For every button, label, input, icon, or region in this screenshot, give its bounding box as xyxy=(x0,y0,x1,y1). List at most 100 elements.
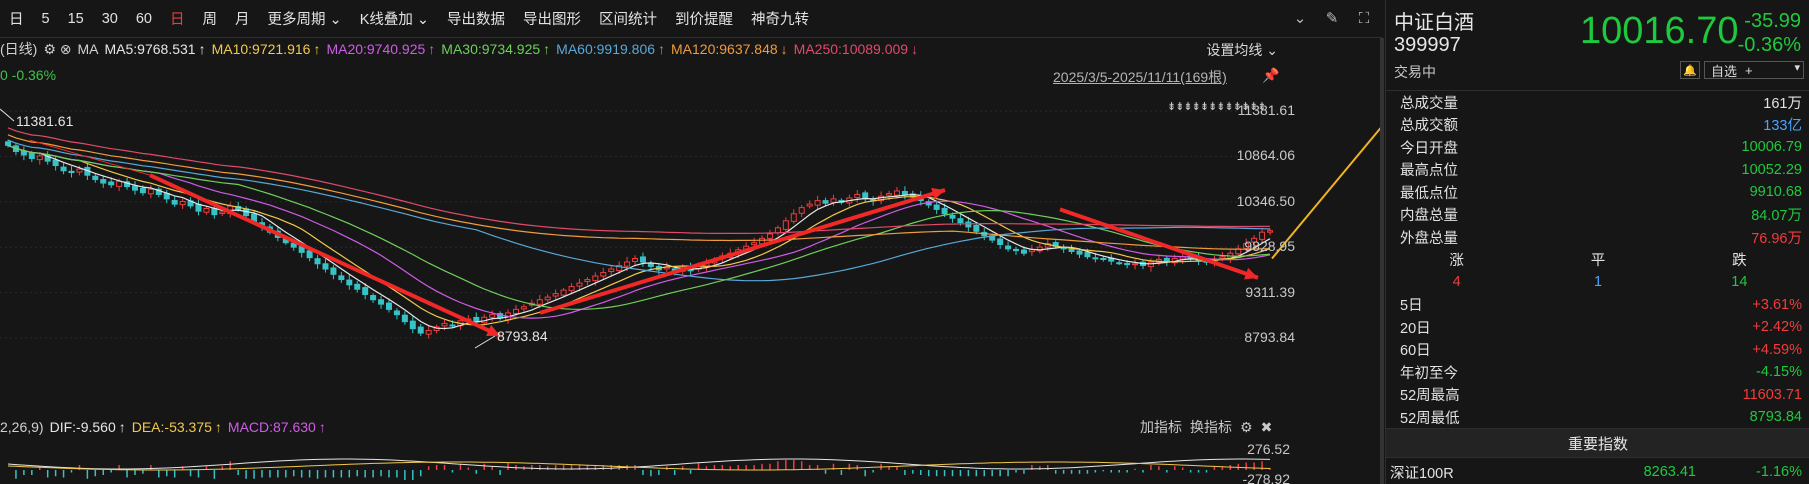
important-index-title[interactable]: 重要指数 xyxy=(1386,428,1809,458)
breadth-value: 14 xyxy=(1731,274,1748,291)
ma-settings-button[interactable]: 设置均线 ⌄ xyxy=(1206,40,1278,60)
period-tab[interactable]: 日 xyxy=(161,8,194,29)
period-value: +4.59% xyxy=(1752,341,1802,358)
trend-arrow-icon: ↑ xyxy=(543,41,551,57)
quote-panel: 中证白酒 399997 10016.70 -35.99 -0.36% 交易中 🔔… xyxy=(1385,0,1809,484)
ma-value-text: MA20:9740.925 xyxy=(326,41,426,57)
period-tab[interactable]: 月 xyxy=(226,8,259,29)
candle xyxy=(822,200,829,204)
candle xyxy=(76,168,83,173)
period-label: 20日 xyxy=(1400,320,1431,337)
macd-chart[interactable]: 276.52 -278.92 xyxy=(0,440,1382,484)
candle xyxy=(1076,250,1083,255)
stat-row: 总成交量 161万 xyxy=(1386,91,1809,114)
candle xyxy=(401,314,408,323)
stat-label: 最高点位 xyxy=(1400,163,1458,180)
period-label: 52周最高 xyxy=(1400,388,1460,405)
candle xyxy=(997,238,1004,245)
stat-row: 最低点位 9910.68 xyxy=(1386,181,1809,204)
ma-value: MA20:9740.925 ↑ xyxy=(326,41,435,57)
candle xyxy=(385,302,392,310)
period-return-row: 52周最低 8793.84 xyxy=(1386,406,1809,429)
candle xyxy=(1116,262,1123,265)
toolbar-menu-item[interactable]: 到价提醒 xyxy=(666,8,742,29)
candle xyxy=(600,272,607,277)
close-icon[interactable]: ✖ xyxy=(1261,419,1273,436)
period-tab[interactable]: 周 xyxy=(194,8,227,29)
candle xyxy=(203,208,210,213)
index-row[interactable]: 深证100R 8263.41 -1.16% xyxy=(1386,460,1809,484)
period-label: 52周最低 xyxy=(1400,410,1460,427)
stat-value: 84.07万 xyxy=(1751,208,1802,225)
macd-value: MACD:87.630 ↑ xyxy=(228,419,326,435)
breadth-label: 跌 xyxy=(1732,253,1747,270)
breadth-header: 涨平跌 xyxy=(1386,249,1809,272)
gear-icon[interactable]: ⚙ xyxy=(1240,419,1253,436)
collapse-icon[interactable]: ⌄ xyxy=(1290,8,1310,28)
index-code: 399997 xyxy=(1394,34,1461,56)
candle xyxy=(449,324,456,327)
candle xyxy=(378,299,385,305)
candle xyxy=(608,268,615,272)
chevron-down-icon[interactable]: ▾ xyxy=(1794,61,1800,74)
ma-value-text: MA10:9721.916 xyxy=(211,41,311,57)
trend-arrow-icon: ↑ xyxy=(313,41,321,57)
candle xyxy=(1020,249,1027,254)
ma-value-text: MA30:9734.925 xyxy=(441,41,541,57)
stat-row: 总成交额 133亿 xyxy=(1386,114,1809,137)
settings-icon[interactable]: ⚙ ⊗ xyxy=(43,41,71,58)
chart-area[interactable]: 日 5 15 30 60 日周月更多周期 ⌄ K线叠加 ⌄ 导出数据 导出图形 区间统计 到价提醒神… xyxy=(0,0,1384,484)
candle xyxy=(473,316,480,323)
y-tick-label: 10864.06 xyxy=(1236,147,1295,164)
fullscreen-icon[interactable]: ⛶ xyxy=(1354,8,1374,28)
bell-icon[interactable]: 🔔 xyxy=(1680,61,1700,79)
period-tab[interactable]: 5 xyxy=(33,11,59,27)
index-name: 中证白酒 xyxy=(1394,12,1474,34)
breadth-label: 涨 xyxy=(1449,253,1464,270)
vertical-scrollbar[interactable] xyxy=(1380,38,1384,484)
candle xyxy=(1092,257,1099,260)
candle xyxy=(393,310,400,316)
stat-value: 133亿 xyxy=(1763,118,1802,135)
kline-chart[interactable]: 11381.61 8793.84 xyxy=(0,60,1382,415)
indicator-button[interactable]: 换指标 xyxy=(1190,417,1232,437)
toolbar-menu-item[interactable]: 导出图形 xyxy=(514,8,590,29)
period-tab[interactable]: 60 xyxy=(127,11,161,27)
candle xyxy=(552,293,559,297)
toolbar-menu-item[interactable]: 更多周期 ⌄ xyxy=(259,8,351,29)
add-watchlist-button[interactable]: 自选 + ▾ xyxy=(1704,61,1804,79)
candle xyxy=(211,208,218,216)
candle xyxy=(179,200,186,206)
toolbar-menu-item[interactable]: 区间统计 xyxy=(590,8,666,29)
candle xyxy=(639,256,646,263)
candle xyxy=(5,141,11,146)
toolbar-menu-item[interactable]: 导出数据 xyxy=(438,8,514,29)
breadth-values: 4 1 14 xyxy=(1386,271,1809,294)
candle xyxy=(949,214,956,219)
candle xyxy=(1005,245,1012,250)
period-tab[interactable]: 日 xyxy=(0,8,33,29)
period-value: +3.61% xyxy=(1752,296,1802,313)
candle xyxy=(306,250,313,259)
candle xyxy=(520,306,527,310)
macd-value-text: MACD:87.630 xyxy=(227,419,316,435)
period-tab[interactable]: 30 xyxy=(93,11,127,27)
y-tick-label: 9828.95 xyxy=(1244,238,1295,255)
period-label: 5日 xyxy=(1400,298,1423,315)
period-tab[interactable]: 15 xyxy=(59,11,93,27)
toolbar-menu-item[interactable]: K线叠加 ⌄ xyxy=(351,8,438,29)
period-label: (日线) xyxy=(0,41,38,57)
macd-value: DIF:-9.560 ↑ xyxy=(50,419,126,435)
stat-label: 总成交量 xyxy=(1400,95,1458,112)
brush-icon[interactable]: ✎ xyxy=(1322,8,1342,28)
trend-arrow-icon: ↑ xyxy=(428,41,436,57)
period-return-row: 52周最高 11603.71 xyxy=(1386,384,1809,407)
toolbar-menu-item[interactable]: 神奇九转 xyxy=(742,8,818,29)
candle xyxy=(60,166,67,172)
candle xyxy=(425,329,432,335)
candle xyxy=(933,204,940,210)
candle xyxy=(1084,252,1091,258)
candle xyxy=(1163,257,1170,262)
indicator-button[interactable]: 加指标 xyxy=(1140,417,1182,437)
stat-label: 最低点位 xyxy=(1400,185,1458,202)
